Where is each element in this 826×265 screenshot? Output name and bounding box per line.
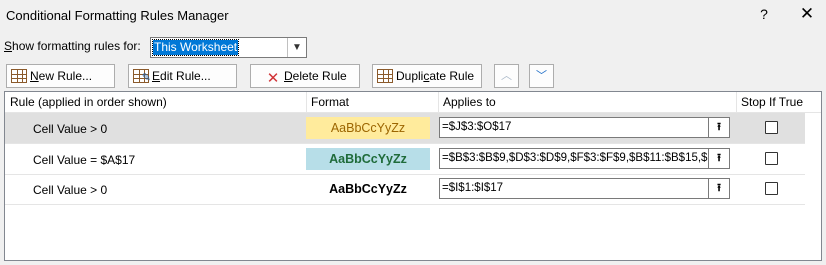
close-icon[interactable]: ✕ (799, 4, 815, 24)
duplicate-rule-button[interactable]: Duplicate Rule (372, 64, 482, 88)
row-divider (5, 204, 805, 205)
scope-selected-value: This Worksheet (151, 39, 240, 56)
edit-rule-icon (133, 67, 151, 89)
stop-if-true-checkbox[interactable] (765, 121, 778, 134)
rule-description: Cell Value > 0 (33, 122, 108, 136)
chevron-down-icon[interactable]: ▼ (287, 38, 306, 57)
help-icon[interactable]: ? (756, 6, 772, 22)
rule-row[interactable]: Cell Value > 0 AaBbCcYyZz =$I$1:$I$17 ⭱ (5, 174, 805, 204)
rules-list[interactable]: Rule (applied in order shown) Format App… (4, 91, 822, 261)
applies-to-field[interactable]: =$J$3:$O$17 (439, 117, 709, 138)
applies-to-field[interactable]: =$I$1:$I$17 (439, 178, 709, 199)
duplicate-rule-icon (377, 69, 393, 83)
list-scroll-area (805, 113, 821, 260)
applies-to-field[interactable]: =$B$3:$B$9,$D$3:$D$9,$F$3:$F$9,$B$11:$B$… (439, 148, 709, 169)
move-down-button[interactable]: ﹀ (529, 64, 554, 88)
delete-rule-button[interactable]: ✕ Delete Rule (250, 64, 360, 88)
stop-if-true-checkbox[interactable] (765, 152, 778, 165)
edit-rule-button[interactable]: Edit Rule... (128, 64, 237, 89)
rule-row[interactable]: Cell Value = $A$17 AaBbCcYyZz =$B$3:$B$9… (5, 144, 805, 174)
collapse-dialog-icon[interactable]: ⭱ (708, 148, 730, 169)
rule-description: Cell Value > 0 (33, 183, 108, 197)
delete-icon: ✕ (266, 70, 280, 87)
format-preview: AaBbCcYyZz (306, 178, 430, 200)
collapse-dialog-icon[interactable]: ⭱ (708, 117, 730, 138)
column-header-applies-to[interactable]: Applies to (438, 92, 496, 112)
rule-description: Cell Value = $A$17 (33, 153, 136, 167)
scope-dropdown[interactable]: This Worksheet ▼ (150, 37, 307, 58)
chevron-down-icon: ﹀ (536, 70, 547, 82)
title-bar: Conditional Formatting Rules Manager ? ✕ (0, 0, 826, 32)
chevron-up-icon: ︿ (501, 70, 512, 82)
column-header-rule[interactable]: Rule (applied in order shown) (5, 92, 167, 112)
dialog-title: Conditional Formatting Rules Manager (6, 8, 229, 23)
rule-row[interactable]: Cell Value > 0 AaBbCcYyZz =$J$3:$O$17 ⭱ (5, 113, 805, 143)
column-header-stop-if-true[interactable]: Stop If True (736, 92, 803, 112)
column-header-format[interactable]: Format (306, 92, 349, 112)
format-preview: AaBbCcYyZz (306, 148, 430, 170)
new-rule-icon (11, 69, 27, 83)
new-rule-button[interactable]: New Rule... (6, 64, 115, 88)
collapse-dialog-icon[interactable]: ⭱ (708, 178, 730, 199)
format-preview: AaBbCcYyZz (306, 117, 430, 139)
stop-if-true-checkbox[interactable] (765, 182, 778, 195)
scope-label: Show formatting rules for: (4, 39, 141, 53)
move-up-button[interactable]: ︿ (494, 64, 519, 88)
